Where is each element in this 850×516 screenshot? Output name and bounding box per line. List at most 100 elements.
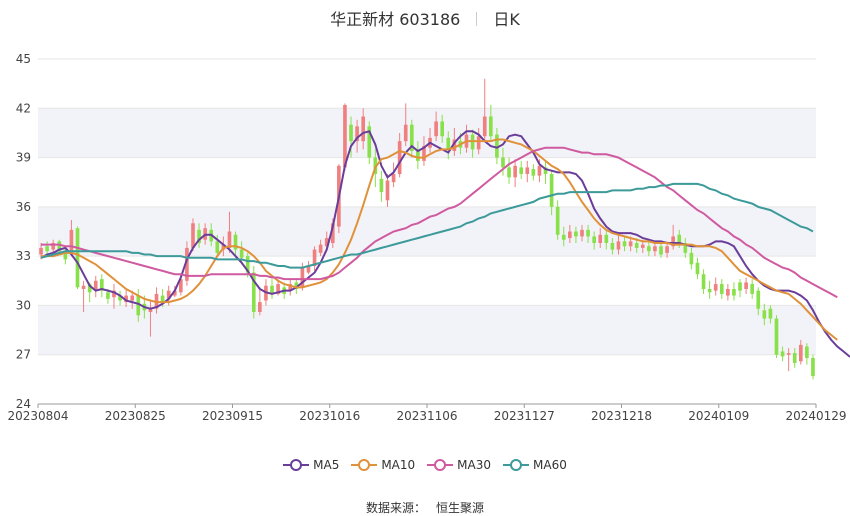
candle-body <box>549 174 554 207</box>
y-tick-label: 45 <box>16 52 31 66</box>
candle-body <box>805 346 809 358</box>
candle-body <box>677 234 682 243</box>
candle-body <box>738 282 742 291</box>
candle-body <box>616 241 621 250</box>
candle-body <box>361 116 366 142</box>
legend-item-ma5[interactable]: MA5 <box>283 458 339 472</box>
candle-body <box>258 302 262 312</box>
candle-up <box>726 284 730 301</box>
candle-body <box>695 262 700 275</box>
candle-body <box>780 351 785 357</box>
candle-body <box>647 246 651 252</box>
legend-label: MA30 <box>457 458 492 472</box>
legend-label: MA60 <box>533 458 567 472</box>
candle-up <box>312 246 317 271</box>
legend-marker <box>503 459 530 471</box>
candle-body <box>106 292 110 299</box>
grid-band <box>38 305 816 355</box>
candle-down <box>732 282 736 301</box>
legend-item-ma10[interactable]: MA10 <box>351 458 415 472</box>
candle-down <box>543 160 548 184</box>
candle-up <box>525 160 530 183</box>
candle-up <box>713 277 718 296</box>
candle-body <box>659 246 663 255</box>
candle-body <box>379 178 384 193</box>
candle-body <box>39 247 43 255</box>
candle-body <box>561 234 566 240</box>
candle-body <box>531 169 536 176</box>
candle-down <box>270 279 274 299</box>
candle-body <box>349 124 353 142</box>
candle-body <box>604 234 609 243</box>
candle-body <box>519 167 524 174</box>
candle-body <box>555 206 560 235</box>
candle-down <box>555 200 560 240</box>
candle-body <box>719 284 724 294</box>
candle-body <box>726 289 730 296</box>
candle-body <box>750 284 755 294</box>
candle-down <box>507 157 511 184</box>
x-tick-label: 20240129 <box>785 409 846 423</box>
y-tick-label: 42 <box>16 101 31 115</box>
candle-body <box>701 274 706 289</box>
grid-band <box>38 206 816 257</box>
candle-body <box>598 234 603 243</box>
candle-down <box>531 164 536 181</box>
candle-body <box>580 229 584 237</box>
candle-body <box>537 165 542 176</box>
legend-item-ma30[interactable]: MA30 <box>427 458 491 472</box>
candle-body <box>756 290 761 309</box>
candle-body <box>488 116 493 137</box>
candle-up <box>93 275 98 298</box>
candle-body <box>622 241 627 247</box>
candle-down <box>738 279 742 298</box>
candle-body <box>811 358 815 377</box>
y-tick-label: 36 <box>16 200 31 214</box>
candle-body <box>574 231 578 237</box>
candle-body <box>744 282 748 289</box>
x-tick-label: 20230804 <box>7 409 68 423</box>
candle-body <box>792 353 797 363</box>
candle-up <box>513 159 517 188</box>
candle-body <box>689 252 694 265</box>
candle-up <box>258 287 262 316</box>
candle-up <box>744 277 748 294</box>
x-tick-label: 20231218 <box>591 409 652 423</box>
candle-body <box>69 229 74 253</box>
legend-marker <box>351 459 378 471</box>
y-tick-label: 30 <box>16 298 31 312</box>
candle-down <box>719 279 724 299</box>
candle-body <box>397 141 402 174</box>
candle-body <box>45 246 49 252</box>
candle-down <box>379 170 384 202</box>
legend-label: MA10 <box>381 458 416 472</box>
candle-body <box>403 124 408 142</box>
legend-marker <box>427 459 454 471</box>
candle-body <box>798 344 803 362</box>
candle-up <box>288 279 293 296</box>
candle-body <box>215 241 220 253</box>
candle-body <box>525 167 530 174</box>
candle-body <box>513 165 517 178</box>
candle-up <box>124 289 128 308</box>
candle-down <box>75 226 80 289</box>
candle-down <box>118 290 122 306</box>
candle-body <box>586 229 590 237</box>
candle-up <box>385 174 390 207</box>
candle-body <box>434 121 438 137</box>
y-tick-label: 33 <box>16 249 31 263</box>
candle-up <box>306 261 311 275</box>
candle-body <box>81 285 86 289</box>
candle-body <box>610 243 615 250</box>
x-tick-label: 20240109 <box>688 409 749 423</box>
legend-item-ma60[interactable]: MA60 <box>503 458 567 472</box>
y-tick-label: 39 <box>16 151 31 165</box>
candle-body <box>665 246 669 253</box>
source-label: 数据来源： <box>365 501 426 515</box>
candle-body <box>446 137 451 150</box>
candle-body <box>239 249 244 258</box>
x-tick-label: 20230915 <box>202 409 263 423</box>
candle-body <box>482 116 487 137</box>
candle-body <box>713 284 718 291</box>
x-tick-label: 20230825 <box>105 409 166 423</box>
